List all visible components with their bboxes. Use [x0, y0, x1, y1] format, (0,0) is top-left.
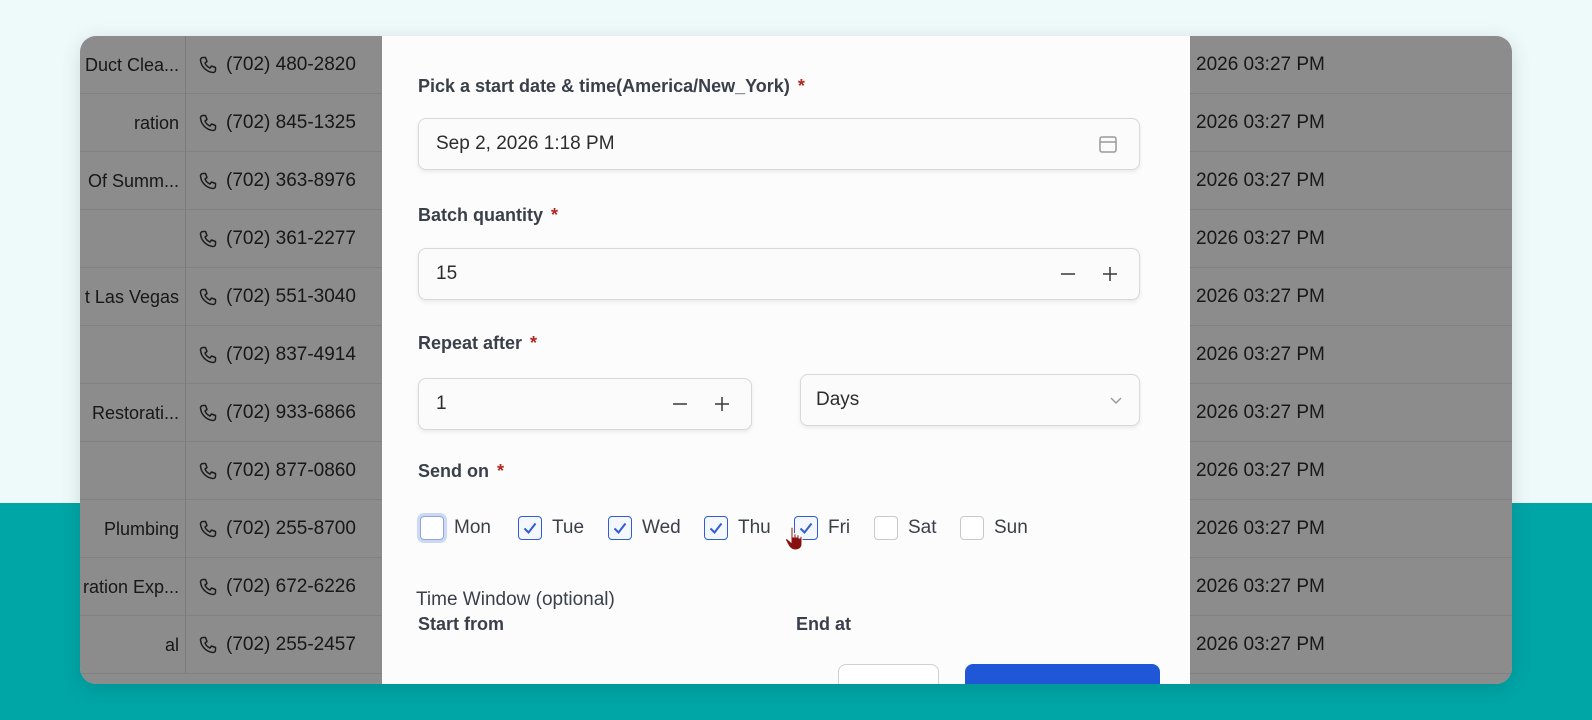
day-checkbox-mon[interactable]: Mon — [420, 516, 491, 540]
calendar-icon[interactable] — [1097, 133, 1119, 155]
day-checkbox-wed[interactable]: Wed — [608, 516, 681, 540]
checkbox[interactable] — [874, 516, 898, 540]
check-icon — [708, 520, 724, 536]
checkbox[interactable] — [420, 516, 444, 540]
chevron-down-icon — [1107, 391, 1125, 409]
repeat-after-label-text: Repeat after — [418, 333, 523, 353]
start-date-label-text: Pick a start date & time(America/New_Yor… — [418, 76, 790, 96]
time-window-title: Time Window (optional) — [416, 589, 615, 610]
end-at-label: End at — [796, 614, 852, 634]
checkbox[interactable] — [608, 516, 632, 540]
batch-quantity-label: Batch quantity * — [418, 205, 558, 226]
required-mark: * — [530, 333, 538, 353]
day-checkbox-tue[interactable]: Tue — [518, 516, 584, 540]
day-label: Tue — [552, 517, 585, 538]
day-checkbox-thu[interactable]: Thu — [704, 516, 771, 540]
start-date-picker[interactable]: Sep 2, 2026 1:18 PM — [418, 118, 1140, 170]
app-window: Duct Clea... (702) 480-2820 2026 03:27 PM r… — [80, 36, 1512, 684]
required-mark: * — [797, 76, 805, 96]
day-label: Wed — [642, 517, 681, 538]
checkbox[interactable] — [704, 516, 728, 540]
minus-icon[interactable] — [665, 379, 695, 429]
start-date-label: Pick a start date & time(America/New_Yor… — [418, 76, 805, 97]
send-on-label-text: Send on — [418, 461, 489, 481]
repeat-unit-select[interactable]: Days — [800, 374, 1140, 426]
repeat-after-stepper[interactable]: 1 — [418, 378, 752, 430]
check-icon — [612, 520, 628, 536]
repeat-after-value: 1 — [436, 393, 447, 414]
checkbox[interactable] — [960, 516, 984, 540]
send-on-label: Send on * — [418, 461, 504, 482]
day-label: Sun — [994, 517, 1028, 538]
start-from-label: Start from — [418, 614, 505, 634]
plus-icon[interactable] — [707, 379, 737, 429]
minus-icon[interactable] — [1053, 249, 1083, 299]
start-date-value: Sep 2, 2026 1:18 PM — [436, 133, 615, 154]
plus-icon[interactable] — [1095, 249, 1125, 299]
required-mark: * — [497, 461, 505, 481]
batch-quantity-stepper[interactable]: 15 — [418, 248, 1140, 300]
day-checkbox-sun[interactable]: Sun — [960, 516, 1028, 540]
day-checkbox-sat[interactable]: Sat — [874, 516, 937, 540]
batch-quantity-label-text: Batch quantity — [418, 205, 544, 225]
repeat-unit-value: Days — [816, 389, 860, 410]
schedule-modal: Pick a start date & time(America/New_Yor… — [382, 36, 1190, 684]
day-label: Thu — [738, 517, 771, 538]
batch-quantity-value: 15 — [436, 263, 458, 284]
day-label: Mon — [454, 517, 491, 538]
day-label: Fri — [828, 517, 851, 538]
day-label: Sat — [908, 517, 937, 538]
check-icon — [522, 520, 538, 536]
required-mark: * — [551, 205, 559, 225]
hand-cursor-icon — [784, 526, 806, 552]
checkbox[interactable] — [518, 516, 542, 540]
repeat-after-label: Repeat after * — [418, 333, 537, 354]
